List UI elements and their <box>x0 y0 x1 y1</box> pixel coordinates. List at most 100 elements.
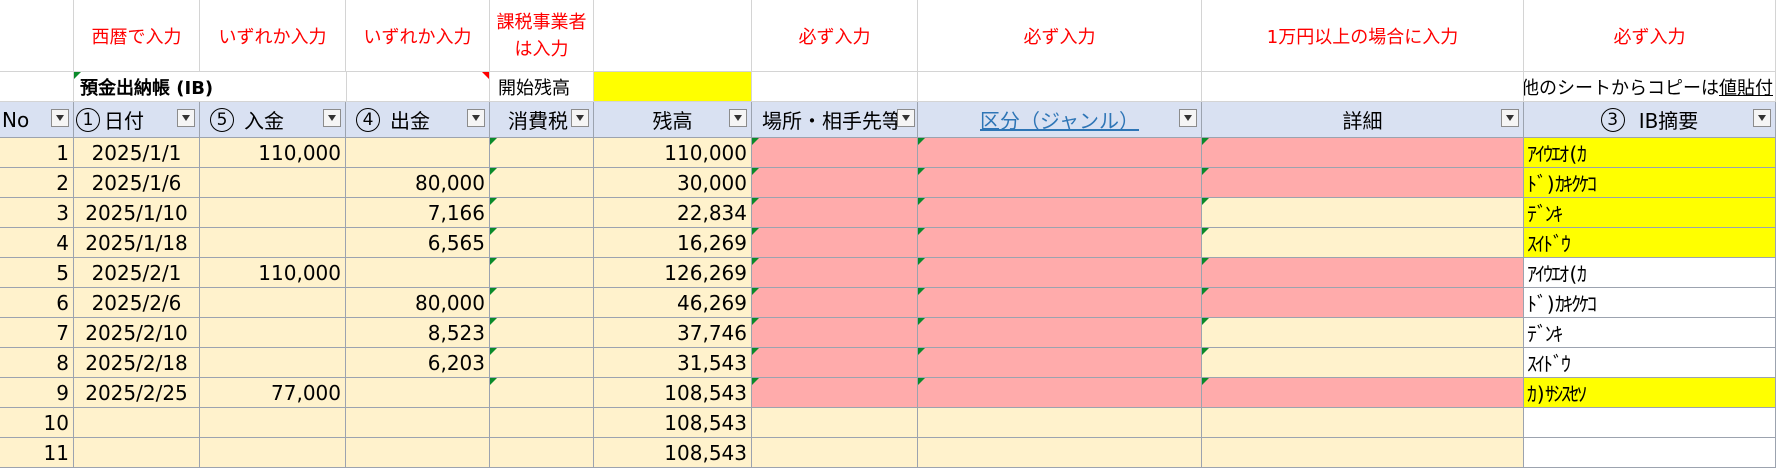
cell-no[interactable]: 7 <box>0 318 74 348</box>
cell-deposit[interactable]: 110,000 <box>200 138 346 168</box>
cell-place[interactable] <box>752 258 918 288</box>
cell-deposit[interactable]: 110,000 <box>200 258 346 288</box>
instruction-tax[interactable]: 課税事業者は入力 <box>490 0 594 72</box>
cell-deposit[interactable] <box>200 348 346 378</box>
cell-balance[interactable]: 31,543 <box>594 348 752 378</box>
filter-dropdown-icon[interactable] <box>467 109 485 127</box>
cell-tax[interactable] <box>490 408 594 438</box>
header-tax[interactable]: 消費税 <box>490 102 594 138</box>
cell-balance[interactable]: 16,269 <box>594 228 752 258</box>
cell-no[interactable]: 10 <box>0 408 74 438</box>
cell-place[interactable] <box>752 408 918 438</box>
header-date[interactable]: 1 日付 <box>74 102 200 138</box>
cell-deposit[interactable]: 77,000 <box>200 378 346 408</box>
filter-dropdown-icon[interactable] <box>571 109 589 127</box>
cell-summary[interactable]: ｱｲｳｴｵ(ｶ <box>1524 258 1776 288</box>
instruction-detail[interactable]: 1万円以上の場合に入力 <box>1202 0 1524 72</box>
cell-date[interactable]: 2025/2/6 <box>74 288 200 318</box>
cell-withdraw[interactable]: 80,000 <box>346 288 490 318</box>
cell-withdraw[interactable] <box>346 138 490 168</box>
cell-date[interactable]: 2025/2/10 <box>74 318 200 348</box>
cell-place[interactable] <box>752 168 918 198</box>
cell-detail[interactable] <box>1202 438 1524 468</box>
cell-detail[interactable] <box>1202 138 1524 168</box>
cell-date[interactable]: 2025/1/10 <box>74 198 200 228</box>
cell-balance[interactable]: 37,746 <box>594 318 752 348</box>
title-cell-place[interactable] <box>752 72 918 102</box>
copy-note[interactable]: 他のシートからコピーは 値貼付 <box>1524 72 1776 102</box>
cell-date[interactable]: 2025/1/18 <box>74 228 200 258</box>
cell-withdraw[interactable]: 8,523 <box>346 318 490 348</box>
cell-detail[interactable] <box>1202 228 1524 258</box>
instruction-summary[interactable]: 必ず入力 <box>1524 0 1776 72</box>
cell-deposit[interactable] <box>200 288 346 318</box>
cell-deposit[interactable] <box>200 198 346 228</box>
cell-detail[interactable] <box>1202 408 1524 438</box>
cell-detail[interactable] <box>1202 288 1524 318</box>
cell-place[interactable] <box>752 378 918 408</box>
cell-deposit[interactable] <box>200 408 346 438</box>
cell-summary[interactable]: ﾃﾞﾝｷ <box>1524 198 1776 228</box>
filter-dropdown-icon[interactable] <box>1179 109 1197 127</box>
cell-category[interactable] <box>918 348 1202 378</box>
cell-no[interactable]: 11 <box>0 438 74 468</box>
cell-summary[interactable]: ﾄﾞ)ｶｷｸｹｺ <box>1524 168 1776 198</box>
cell-no[interactable]: 9 <box>0 378 74 408</box>
cell-place[interactable] <box>752 438 918 468</box>
filter-dropdown-icon[interactable] <box>897 109 915 127</box>
cell-date[interactable] <box>74 408 200 438</box>
cell-tax[interactable] <box>490 438 594 468</box>
cell-withdraw[interactable] <box>346 408 490 438</box>
cell-detail[interactable] <box>1202 258 1524 288</box>
cell-detail[interactable] <box>1202 378 1524 408</box>
header-place[interactable]: 場所・相手先等 <box>752 102 918 138</box>
cell-withdraw[interactable]: 6,565 <box>346 228 490 258</box>
cell-no[interactable]: 2 <box>0 168 74 198</box>
cell-withdraw[interactable] <box>346 258 490 288</box>
opening-balance-input[interactable] <box>594 72 752 102</box>
cell-place[interactable] <box>752 318 918 348</box>
cell-tax[interactable] <box>490 378 594 408</box>
cell-deposit[interactable] <box>200 168 346 198</box>
cell-category[interactable] <box>918 198 1202 228</box>
filter-dropdown-icon[interactable] <box>51 109 69 127</box>
filter-dropdown-icon[interactable] <box>729 109 747 127</box>
cell-balance[interactable]: 30,000 <box>594 168 752 198</box>
cell-balance[interactable]: 22,834 <box>594 198 752 228</box>
title-cell-no[interactable] <box>0 72 74 102</box>
cell-withdraw[interactable]: 7,166 <box>346 198 490 228</box>
cell-summary[interactable]: ﾃﾞﾝｷ <box>1524 318 1776 348</box>
instruction-date[interactable]: 西暦で入力 <box>74 0 200 72</box>
cell-category[interactable] <box>918 438 1202 468</box>
cell-no[interactable]: 6 <box>0 288 74 318</box>
cell-category[interactable] <box>918 288 1202 318</box>
cell-summary[interactable]: ﾄﾞ)ｶｷｸｹｺ <box>1524 288 1776 318</box>
header-withdraw[interactable]: 4 出金 <box>346 102 490 138</box>
cell-date[interactable]: 2025/1/1 <box>74 138 200 168</box>
cell-category[interactable] <box>918 378 1202 408</box>
filter-dropdown-icon[interactable] <box>1753 109 1771 127</box>
cell-detail[interactable] <box>1202 348 1524 378</box>
instruction-place[interactable]: 必ず入力 <box>752 0 918 72</box>
instruction-cell-balance[interactable] <box>594 0 752 72</box>
filter-dropdown-icon[interactable] <box>1501 109 1519 127</box>
cell-no[interactable]: 8 <box>0 348 74 378</box>
instruction-cell-no[interactable] <box>0 0 74 72</box>
title-cell-withdraw[interactable] <box>346 72 490 102</box>
cell-place[interactable] <box>752 288 918 318</box>
cell-date[interactable] <box>74 438 200 468</box>
filter-dropdown-icon[interactable] <box>323 109 341 127</box>
cell-balance[interactable]: 126,269 <box>594 258 752 288</box>
title-cell-category[interactable] <box>918 72 1202 102</box>
cell-withdraw[interactable]: 80,000 <box>346 168 490 198</box>
cell-detail[interactable] <box>1202 198 1524 228</box>
cell-category[interactable] <box>918 258 1202 288</box>
cell-summary[interactable]: ｱｲｳｴｵ(ｶ <box>1524 138 1776 168</box>
cell-tax[interactable] <box>490 348 594 378</box>
cell-category[interactable] <box>918 318 1202 348</box>
cell-withdraw[interactable] <box>346 378 490 408</box>
cell-category[interactable] <box>918 228 1202 258</box>
cell-summary[interactable] <box>1524 438 1776 468</box>
instruction-category[interactable]: 必ず入力 <box>918 0 1202 72</box>
cell-summary[interactable]: ｽｲﾄﾞｳ <box>1524 228 1776 258</box>
